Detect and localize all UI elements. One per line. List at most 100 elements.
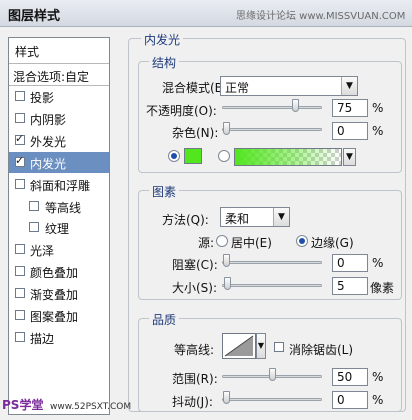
watermark-bottom-right: www.52PSXT.COM bbox=[50, 402, 132, 412]
style-item-checkbox[interactable] bbox=[15, 154, 25, 167]
style-item-label: 外发光 bbox=[30, 134, 67, 149]
chevron-down-icon: ▼ bbox=[273, 208, 289, 226]
style-item[interactable]: 内阴影 bbox=[9, 108, 109, 129]
technique-value: 柔和 bbox=[225, 212, 250, 226]
inner-glow-title: 内发光 bbox=[141, 31, 184, 48]
blend-options-item[interactable]: 混合选项:自定 bbox=[9, 65, 109, 86]
style-item-checkbox[interactable] bbox=[15, 288, 25, 299]
contour-curve-icon bbox=[224, 335, 254, 357]
quality-title: 品质 bbox=[149, 311, 180, 328]
style-item[interactable]: 图案叠加 bbox=[9, 305, 109, 326]
style-item-label: 斜面和浮雕 bbox=[30, 178, 91, 193]
styles-header[interactable]: 样式 bbox=[9, 38, 109, 64]
style-item[interactable]: 渐变叠加 bbox=[9, 283, 109, 304]
noise-slider-thumb[interactable] bbox=[223, 122, 230, 135]
jitter-slider-track[interactable] bbox=[222, 398, 322, 401]
style-item[interactable]: 斜面和浮雕 bbox=[9, 174, 109, 195]
jitter-slider-thumb[interactable] bbox=[223, 391, 230, 404]
technique-select[interactable]: 柔和 ▼ bbox=[220, 207, 290, 227]
style-item-checkbox[interactable] bbox=[15, 310, 25, 320]
window-title: 图层样式 bbox=[8, 9, 61, 24]
style-item-label: 光泽 bbox=[30, 244, 55, 259]
contour-label: 等高线: bbox=[174, 343, 215, 357]
style-item-label: 纹理 bbox=[45, 222, 70, 237]
elements-title: 图素 bbox=[149, 183, 180, 200]
style-item-checkbox[interactable] bbox=[15, 112, 25, 123]
source-edge-radio[interactable] bbox=[296, 235, 308, 247]
style-item-checkbox[interactable] bbox=[15, 266, 25, 277]
noise-unit: % bbox=[372, 124, 384, 138]
style-item-checkbox[interactable] bbox=[15, 244, 25, 255]
style-item-label: 图案叠加 bbox=[30, 310, 79, 324]
jitter-label: 抖动(J): bbox=[172, 395, 213, 409]
style-item-label: 内发光 bbox=[30, 156, 67, 171]
style-item[interactable]: 纹理 bbox=[9, 217, 109, 238]
size-slider-thumb[interactable] bbox=[224, 277, 231, 290]
opacity-slider-thumb[interactable] bbox=[292, 99, 299, 112]
choke-slider-thumb[interactable] bbox=[223, 254, 230, 267]
watermark-top: 思缘设计论坛 www.MISSVUAN.COM bbox=[236, 11, 406, 22]
contour-chevron-down-icon[interactable]: ▼ bbox=[256, 333, 266, 359]
structure-title: 结构 bbox=[149, 54, 180, 71]
gradient-preview[interactable] bbox=[234, 148, 342, 166]
opacity-label: 不透明度(O): bbox=[146, 104, 217, 118]
range-label: 范围(R): bbox=[172, 372, 218, 386]
source-center-radio[interactable] bbox=[216, 235, 228, 247]
title-bar: 图层样式 思缘设计论坛 www.MISSVUAN.COM bbox=[0, 0, 412, 27]
opacity-input[interactable]: 75 bbox=[332, 99, 368, 117]
style-item-label: 投影 bbox=[30, 91, 55, 105]
style-item-checkbox[interactable] bbox=[29, 222, 39, 233]
style-list-panel: 样式 混合选项:自定 投影内阴影外发光内发光斜面和浮雕等高线纹理光泽颜色叠加渐变… bbox=[8, 37, 110, 415]
technique-label: 方法(Q): bbox=[162, 213, 209, 227]
style-item-checkbox[interactable] bbox=[15, 178, 25, 189]
style-item-label: 颜色叠加 bbox=[30, 266, 79, 281]
style-item-label: 内阴影 bbox=[30, 112, 67, 127]
style-item[interactable]: 内发光 bbox=[9, 151, 109, 173]
noise-input[interactable]: 0 bbox=[332, 122, 368, 140]
style-item[interactable]: 投影 bbox=[9, 86, 109, 107]
style-item[interactable]: 等高线 bbox=[9, 196, 109, 217]
noise-slider-track[interactable] bbox=[222, 128, 322, 131]
jitter-unit: % bbox=[372, 393, 384, 407]
style-item-checkbox[interactable] bbox=[29, 200, 39, 211]
choke-label: 阻塞(C): bbox=[172, 258, 218, 272]
choke-input[interactable]: 0 bbox=[332, 254, 368, 272]
size-input[interactable]: 5 bbox=[332, 277, 368, 295]
contour-preview[interactable] bbox=[222, 333, 256, 359]
watermark-bottom-left: PS学堂 bbox=[2, 398, 44, 412]
range-unit: % bbox=[372, 370, 384, 384]
source-label: 源: bbox=[198, 236, 215, 250]
style-item[interactable]: 描边 bbox=[9, 327, 109, 348]
solid-color-radio[interactable] bbox=[168, 150, 180, 162]
range-slider-thumb[interactable] bbox=[269, 368, 276, 381]
gradient-chevron-down-icon[interactable]: ▼ bbox=[343, 148, 356, 166]
blend-mode-select[interactable]: 正常 ▼ bbox=[220, 76, 358, 96]
style-item-label: 渐变叠加 bbox=[30, 288, 79, 303]
antialias-checkbox[interactable] bbox=[274, 342, 284, 352]
blend-mode-value: 正常 bbox=[225, 81, 250, 95]
opacity-slider-track[interactable] bbox=[222, 106, 322, 109]
style-item[interactable]: 外发光 bbox=[9, 130, 109, 151]
range-input[interactable]: 50 bbox=[332, 368, 368, 386]
style-item[interactable]: 光泽 bbox=[9, 239, 109, 260]
choke-unit: % bbox=[372, 256, 384, 270]
style-item-checkbox[interactable] bbox=[15, 91, 25, 101]
style-item-label: 描边 bbox=[30, 331, 55, 346]
source-edge-label[interactable]: 边缘(G) bbox=[311, 234, 354, 251]
noise-label: 杂色(N): bbox=[172, 126, 219, 140]
size-label: 大小(S): bbox=[172, 281, 218, 295]
glow-color-swatch[interactable] bbox=[184, 148, 202, 164]
jitter-input[interactable]: 0 bbox=[332, 391, 368, 409]
opacity-unit: % bbox=[372, 101, 384, 115]
choke-slider-track[interactable] bbox=[222, 261, 322, 264]
size-slider-track[interactable] bbox=[222, 284, 322, 287]
chevron-down-icon: ▼ bbox=[341, 77, 357, 95]
style-item-checkbox[interactable] bbox=[15, 331, 25, 342]
source-center-label[interactable]: 居中(E) bbox=[231, 234, 272, 251]
style-item[interactable]: 颜色叠加 bbox=[9, 261, 109, 282]
style-item-checkbox[interactable] bbox=[15, 132, 25, 145]
antialias-label[interactable]: 消除锯齿(L) bbox=[289, 341, 353, 358]
gradient-radio[interactable] bbox=[218, 150, 230, 162]
styles-header-label: 样式 bbox=[15, 45, 40, 59]
blend-options-label: 混合选项:自定 bbox=[13, 70, 90, 84]
